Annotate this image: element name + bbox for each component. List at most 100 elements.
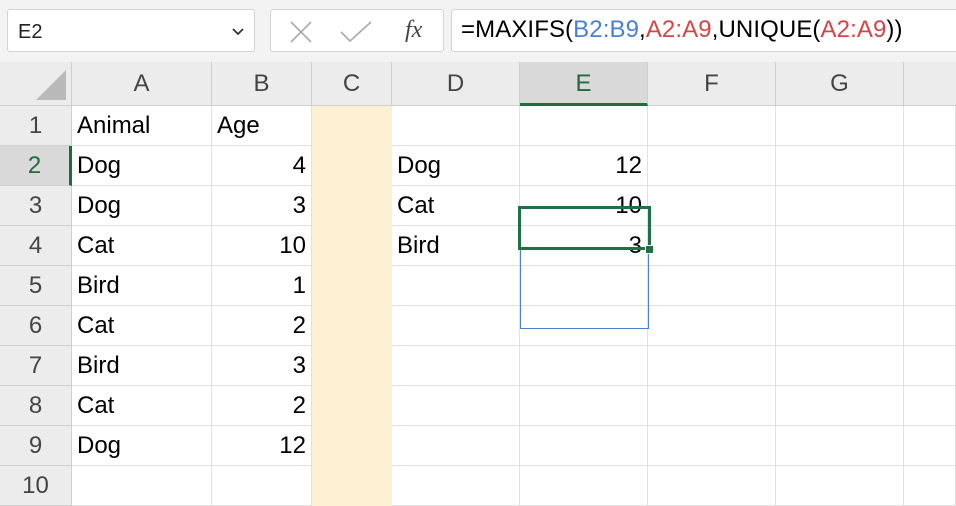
cell-g8[interactable] — [776, 386, 904, 426]
cell-e6[interactable] — [520, 306, 648, 346]
cell-c8[interactable] — [312, 386, 392, 426]
cell-c1[interactable] — [312, 106, 392, 146]
cell-g2[interactable] — [776, 146, 904, 186]
cell-a6[interactable]: Cat — [72, 306, 212, 346]
row-header-10[interactable]: 10 — [0, 466, 72, 506]
cell-h1[interactable] — [904, 106, 956, 146]
cell-f3[interactable] — [648, 186, 776, 226]
cell-d9[interactable] — [392, 426, 520, 466]
checkmark-icon[interactable] — [339, 20, 373, 44]
row-header-2[interactable]: 2 — [0, 146, 72, 186]
cell-g4[interactable] — [776, 226, 904, 266]
select-all-corner[interactable] — [0, 62, 72, 106]
column-header-c[interactable]: C — [312, 62, 392, 106]
cell-c7[interactable] — [312, 346, 392, 386]
row-header-1[interactable]: 1 — [0, 106, 72, 146]
cell-h3[interactable] — [904, 186, 956, 226]
cell-h9[interactable] — [904, 426, 956, 466]
cell-d7[interactable] — [392, 346, 520, 386]
cell-g1[interactable] — [776, 106, 904, 146]
cell-f9[interactable] — [648, 426, 776, 466]
cell-g9[interactable] — [776, 426, 904, 466]
cell-b7[interactable]: 3 — [212, 346, 312, 386]
cell-d6[interactable] — [392, 306, 520, 346]
cell-e8[interactable] — [520, 386, 648, 426]
cell-f2[interactable] — [648, 146, 776, 186]
column-header-e[interactable]: E — [520, 62, 648, 106]
cell-f1[interactable] — [648, 106, 776, 146]
cell-b1[interactable]: Age — [212, 106, 312, 146]
column-header-g[interactable]: G — [776, 62, 904, 106]
row-header-9[interactable]: 9 — [0, 426, 72, 466]
cell-b10[interactable] — [212, 466, 312, 506]
cell-a4[interactable]: Cat — [72, 226, 212, 266]
cell-c5[interactable] — [312, 266, 392, 306]
cell-d5[interactable] — [392, 266, 520, 306]
cell-b4[interactable]: 10 — [212, 226, 312, 266]
formula-input[interactable]: =MAXIFS(B2:B9,A2:A9,UNIQUE(A2:A9)) — [451, 9, 956, 52]
cell-a7[interactable]: Bird — [72, 346, 212, 386]
cell-d8[interactable] — [392, 386, 520, 426]
cell-e1[interactable] — [520, 106, 648, 146]
cell-b9[interactable]: 12 — [212, 426, 312, 466]
close-icon[interactable] — [289, 20, 313, 44]
cell-b6[interactable]: 2 — [212, 306, 312, 346]
cell-c10[interactable] — [312, 466, 392, 506]
column-header-b[interactable]: B — [212, 62, 312, 106]
cell-h10[interactable] — [904, 466, 956, 506]
cell-a10[interactable] — [72, 466, 212, 506]
cell-f5[interactable] — [648, 266, 776, 306]
cell-c4[interactable] — [312, 226, 392, 266]
cell-c2[interactable] — [312, 146, 392, 186]
cell-b8[interactable]: 2 — [212, 386, 312, 426]
row-header-5[interactable]: 5 — [0, 266, 72, 306]
cell-a9[interactable]: Dog — [72, 426, 212, 466]
cell-e5[interactable] — [520, 266, 648, 306]
cell-g10[interactable] — [776, 466, 904, 506]
cell-h8[interactable] — [904, 386, 956, 426]
fill-handle[interactable] — [645, 245, 654, 254]
cell-b5[interactable]: 1 — [212, 266, 312, 306]
cell-e10[interactable] — [520, 466, 648, 506]
row-header-7[interactable]: 7 — [0, 346, 72, 386]
cell-c3[interactable] — [312, 186, 392, 226]
cell-b3[interactable]: 3 — [212, 186, 312, 226]
cell-h7[interactable] — [904, 346, 956, 386]
cell-c9[interactable] — [312, 426, 392, 466]
cell-d10[interactable] — [392, 466, 520, 506]
row-header-8[interactable]: 8 — [0, 386, 72, 426]
cell-g5[interactable] — [776, 266, 904, 306]
cell-d4[interactable]: Bird — [392, 226, 520, 266]
cell-c6[interactable] — [312, 306, 392, 346]
cell-f4[interactable] — [648, 226, 776, 266]
cell-a2[interactable]: Dog — [72, 146, 212, 186]
cell-h5[interactable] — [904, 266, 956, 306]
cell-d1[interactable] — [392, 106, 520, 146]
chevron-down-icon[interactable] — [232, 27, 244, 36]
row-header-6[interactable]: 6 — [0, 306, 72, 346]
cell-b2[interactable]: 4 — [212, 146, 312, 186]
cell-f7[interactable] — [648, 346, 776, 386]
cell-a1[interactable]: Animal — [72, 106, 212, 146]
name-box[interactable]: E2 — [7, 9, 255, 52]
cell-f10[interactable] — [648, 466, 776, 506]
cell-e7[interactable] — [520, 346, 648, 386]
cell-g6[interactable] — [776, 306, 904, 346]
cell-d3[interactable]: Cat — [392, 186, 520, 226]
cell-e9[interactable] — [520, 426, 648, 466]
row-header-4[interactable]: 4 — [0, 226, 72, 266]
column-header-d[interactable]: D — [392, 62, 520, 106]
cell-g7[interactable] — [776, 346, 904, 386]
cell-g3[interactable] — [776, 186, 904, 226]
fx-icon[interactable]: fx — [405, 17, 422, 44]
cell-h2[interactable] — [904, 146, 956, 186]
cell-h6[interactable] — [904, 306, 956, 346]
cell-e4[interactable]: 3 — [520, 226, 648, 266]
column-header-a[interactable]: A — [72, 62, 212, 106]
cell-a3[interactable]: Dog — [72, 186, 212, 226]
cell-d2[interactable]: Dog — [392, 146, 520, 186]
column-header-partial[interactable] — [904, 62, 956, 106]
cell-a8[interactable]: Cat — [72, 386, 212, 426]
row-header-3[interactable]: 3 — [0, 186, 72, 226]
cell-a5[interactable]: Bird — [72, 266, 212, 306]
